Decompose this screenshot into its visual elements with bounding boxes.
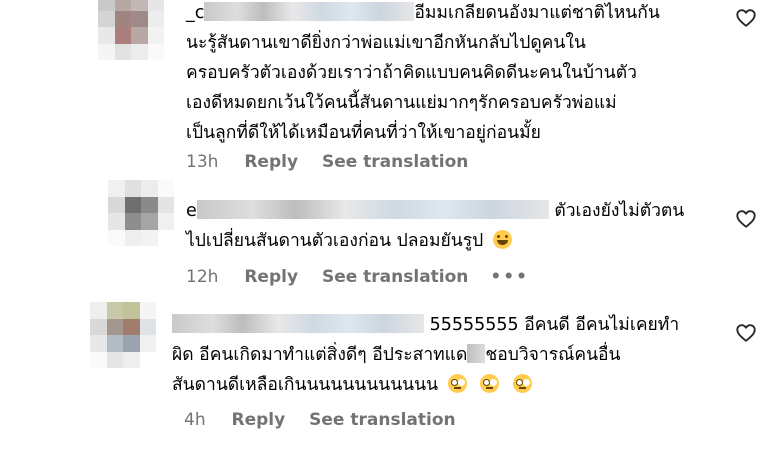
- username[interactable]: e: [186, 201, 197, 221]
- face-with-rolling-eyes-icon: [480, 374, 500, 393]
- comment-line: ผิด อีคนเกิดมาทำแต่สิ่งดีๆ อีประสาทแด ชอบ…: [172, 344, 621, 365]
- reply-button[interactable]: Reply: [244, 152, 298, 172]
- more-options-button[interactable]: •••: [490, 267, 529, 287]
- comment-meta: 12h Reply See translation •••: [186, 267, 529, 287]
- comment-line: e ตัวเองยังไม่ตัวตน: [186, 200, 685, 221]
- comment-text: 55555555 อีคนดี อีคนไม่เคยทำ ผิด อีคนเกิ…: [172, 310, 679, 400]
- timestamp[interactable]: 12h: [186, 267, 218, 287]
- see-translation-button[interactable]: See translation: [322, 267, 468, 287]
- comment-2: e ตัวเองยังไม่ตัวตน ไปเปลี่ยนสันดานตัวเอ…: [0, 180, 773, 300]
- comment-meta: 4h Reply See translation: [184, 410, 456, 430]
- redacted-username: [196, 200, 549, 219]
- face-with-rolling-eyes-icon: [447, 374, 467, 393]
- comment-1: _c อีมมเกลียดนอังมาแต่ชาติไหนกัน นะรู้สัน…: [0, 0, 773, 180]
- avatar[interactable]: [90, 302, 156, 368]
- comment-line: 55555555 อีคนดี อีคนไม่เคยทำ: [172, 310, 679, 340]
- redacted-username: [204, 2, 415, 21]
- comment-line: _c อีมมเกลียดนอังมาแต่ชาติไหนกัน: [186, 2, 660, 23]
- username[interactable]: _c: [186, 3, 204, 23]
- comment-3: 55555555 อีคนดี อีคนไม่เคยทำ ผิด อีคนเกิ…: [0, 300, 773, 465]
- comment-meta: 13h Reply See translation: [186, 152, 468, 172]
- see-translation-button[interactable]: See translation: [322, 152, 468, 172]
- timestamp[interactable]: 4h: [184, 410, 206, 430]
- reply-button[interactable]: Reply: [244, 267, 298, 287]
- heart-outline-icon[interactable]: [735, 208, 757, 230]
- heart-outline-icon[interactable]: [735, 7, 757, 29]
- comment-text: _c อีมมเกลียดนอังมาแต่ชาติไหนกัน นะรู้สัน…: [186, 0, 660, 148]
- comment-line: ไปเปลี่ยนสันดานตัวเองก่อน ปลอมยันรูป: [186, 226, 684, 256]
- avatar[interactable]: [98, 0, 164, 60]
- timestamp[interactable]: 13h: [186, 152, 218, 172]
- reply-button[interactable]: Reply: [232, 410, 286, 430]
- comment-line: สันดานดีเหลือเกินนนนนนนนนนนน: [172, 370, 679, 400]
- comment-line: ครอบครัวตัวเองด้วยเราว่าถ้าคิดแบบคนคิดดี…: [186, 63, 637, 83]
- face-with-rolling-eyes-icon: [512, 374, 532, 393]
- redacted-username: [172, 314, 424, 333]
- comment-text: e ตัวเองยังไม่ตัวตน ไปเปลี่ยนสันดานตัวเอ…: [186, 196, 684, 256]
- face-with-tears-of-joy-icon: [492, 230, 512, 249]
- comment-line: นะรู้สันดานเขาดียิ่งกว่าพ่อแม่เขาอีกหันก…: [186, 33, 586, 53]
- avatar[interactable]: [108, 180, 174, 246]
- redacted-word: [467, 344, 486, 363]
- see-translation-button[interactable]: See translation: [309, 410, 455, 430]
- comment-line: เองดีหมดยกเว้นใว้คนนี้สันดานแย่มากๆรักคร…: [186, 93, 617, 113]
- comment-line: เป็นลูกที่ดีให้ได้เหมือนที่คนที่ว่าให้เข…: [186, 123, 541, 143]
- heart-outline-icon[interactable]: [735, 322, 757, 344]
